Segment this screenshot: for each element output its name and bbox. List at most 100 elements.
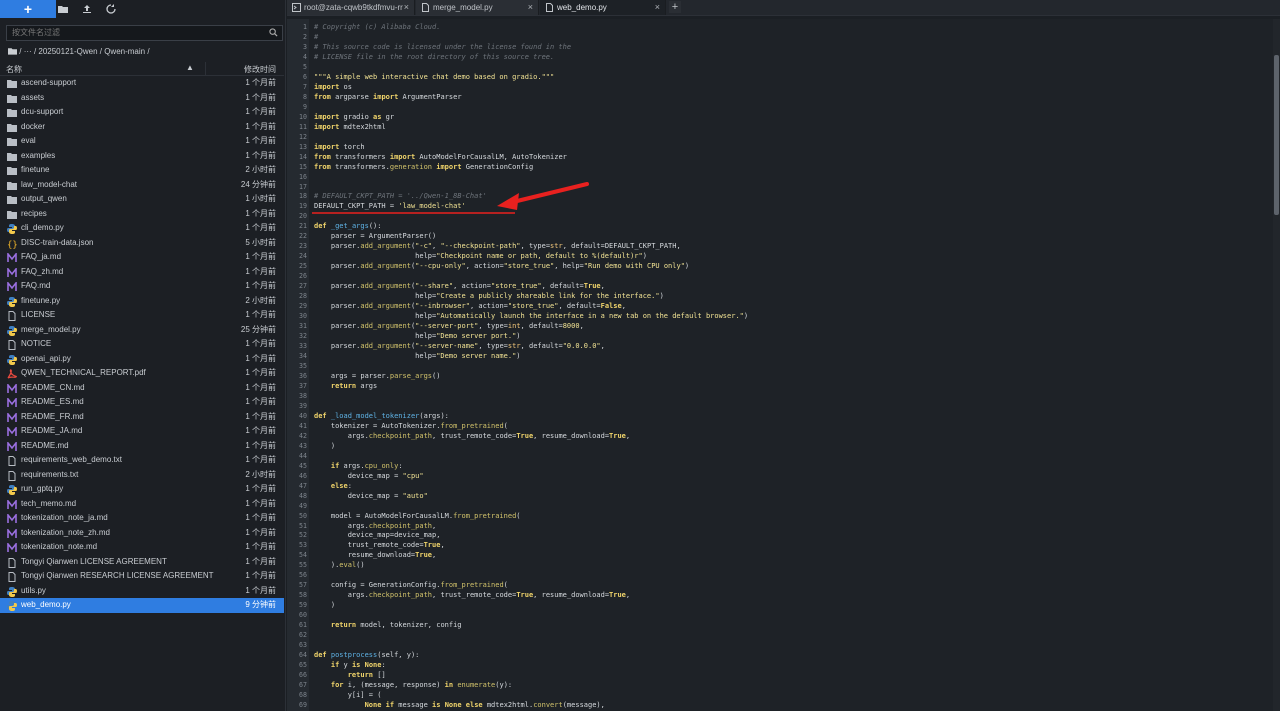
code-line[interactable]: parser.add_argument("--cpu-only", action… [314,262,689,270]
code-line[interactable]: help="Automatically launch the interface… [314,312,748,320]
file-row[interactable]: run_gptq.py 1 个月前 [0,482,284,497]
sort-arrow-icon[interactable]: ▲ [186,63,194,72]
code-line[interactable]: config = GenerationConfig.from_pretraine… [314,581,508,589]
breadcrumb-ellipsis[interactable]: ··· [24,47,32,56]
code-line[interactable]: for i, (message, response) in enumerate(… [314,681,512,689]
file-row[interactable]: Tongyi Qianwen LICENSE AGREEMENT 1 个月前 [0,555,284,570]
code-line[interactable]: args.checkpoint_path, [314,522,437,530]
file-row[interactable]: examples 1 个月前 [0,149,284,164]
file-row[interactable]: README_JA.md 1 个月前 [0,424,284,439]
code-line[interactable]: def _load_model_tokenizer(args): [314,412,449,420]
file-row[interactable]: README_CN.md 1 个月前 [0,381,284,396]
new-folder-icon[interactable] [57,3,69,15]
file-row[interactable]: tech_memo.md 1 个月前 [0,497,284,512]
code-line[interactable]: return args [314,382,377,390]
code-line[interactable]: # This source code is licensed under the… [314,43,571,51]
editor-tab[interactable]: web_demo.py × [540,0,666,15]
code-line[interactable]: model = AutoModelForCausalLM.from_pretra… [314,512,521,520]
file-row[interactable]: output_qwen 1 小时前 [0,192,284,207]
code-line[interactable]: ) [314,601,335,609]
close-icon[interactable]: × [655,0,660,15]
code-line[interactable]: parser.add_argument("--inbrowser", actio… [314,302,626,310]
code-line[interactable]: import os [314,83,352,91]
file-row[interactable]: utils.py 1 个月前 [0,584,284,599]
new-button[interactable]: + [0,0,56,18]
code-line[interactable]: if y is None: [314,661,386,669]
file-row[interactable]: QWEN_TECHNICAL_REPORT.pdf 1 个月前 [0,366,284,381]
code-line[interactable]: help="Demo server port.") [314,332,520,340]
code-line[interactable]: help="Checkpoint name or path, default t… [314,252,647,260]
column-modified-header[interactable]: 修改时间 [244,64,276,75]
column-divider[interactable] [205,62,206,75]
file-row[interactable]: LICENSE 1 个月前 [0,308,284,323]
file-row[interactable]: README.md 1 个月前 [0,439,284,454]
code-line[interactable]: import torch [314,143,365,151]
breadcrumb-root[interactable]: / [19,47,21,56]
code-line[interactable]: import gradio as gr [314,113,394,121]
code-line[interactable]: def _get_args(): [314,222,381,230]
refresh-icon[interactable] [105,3,117,15]
code-line[interactable]: help="Create a publicly shareable link f… [314,292,664,300]
code-line[interactable]: # LICENSE file in the root directory of … [314,53,554,61]
file-row[interactable]: eval 1 个月前 [0,134,284,149]
file-row[interactable]: NOTICE 1 个月前 [0,337,284,352]
file-row[interactable]: tokenization_note_zh.md 1 个月前 [0,526,284,541]
code-line[interactable]: else: [314,482,352,490]
code-line[interactable]: args.checkpoint_path, trust_remote_code=… [314,591,630,599]
scrollbar-thumb[interactable] [1274,55,1279,215]
file-row[interactable]: finetune 2 小时前 [0,163,284,178]
code-line[interactable]: parser.add_argument("--server-name", typ… [314,342,605,350]
file-row[interactable]: FAQ.md 1 个月前 [0,279,284,294]
filter-input[interactable]: 按文件名过滤 [6,25,283,41]
editor-tab[interactable]: root@zata-cqwb9tkdfmvu-rr × [287,0,415,15]
code-line[interactable]: import mdtex2html [314,123,386,131]
upload-icon[interactable] [81,3,93,15]
code-line[interactable]: DEFAULT_CKPT_PATH = 'law_model-chat' [314,202,466,210]
code-line[interactable]: # Copyright (c) Alibaba Cloud. [314,23,440,31]
editor-scrollbar[interactable] [1273,19,1280,711]
file-row[interactable]: finetune.py 2 小时前 [0,294,284,309]
file-row[interactable]: merge_model.py 25 分钟前 [0,323,284,338]
file-row[interactable]: tokenization_note.md 1 个月前 [0,540,284,555]
file-row[interactable]: law_model-chat 24 分钟前 [0,178,284,193]
code-line[interactable]: from transformers.generation import Gene… [314,163,533,171]
code-line[interactable]: y[i] = ( [314,691,382,699]
file-row[interactable]: web_demo.py 9 分钟前 [0,598,284,613]
file-row[interactable]: tokenization_note_ja.md 1 个月前 [0,511,284,526]
code-line[interactable]: # [314,33,318,41]
code-line[interactable]: from argparse import ArgumentParser [314,93,462,101]
editor-tab[interactable]: merge_model.py × [416,0,539,15]
code-line[interactable]: device_map = "auto" [314,492,428,500]
code-line[interactable]: tokenizer = AutoTokenizer.from_pretraine… [314,422,508,430]
file-row[interactable]: Tongyi Qianwen RESEARCH LICENSE AGREEMEN… [0,569,284,584]
code-line[interactable]: parser = ArgumentParser() [314,232,436,240]
close-icon[interactable]: × [528,0,533,15]
code-line[interactable]: help="Demo server name.") [314,352,520,360]
code-line[interactable]: if args.cpu_only: [314,462,403,470]
breadcrumb-path[interactable]: / 20250121-Qwen / Qwen-main / [34,47,150,56]
file-row[interactable]: ascend-support 1 个月前 [0,76,284,91]
code-line[interactable]: ).eval() [314,561,365,569]
code-line[interactable]: return [] [314,671,386,679]
code-line[interactable]: return model, tokenizer, config [314,621,462,629]
close-icon[interactable]: × [404,0,409,15]
file-row[interactable]: requirements.txt 2 小时前 [0,468,284,483]
code-line[interactable]: trust_remote_code=True, [314,541,445,549]
code-line[interactable]: None if message is None else mdtex2html.… [314,701,605,709]
file-row[interactable]: README_FR.md 1 个月前 [0,410,284,425]
code-line[interactable]: args.checkpoint_path, trust_remote_code=… [314,432,630,440]
code-line[interactable]: parser.add_argument("--share", action="s… [314,282,605,290]
code-line[interactable]: # DEFAULT_CKPT_PATH = '../Qwen-1_8B-Chat… [314,192,487,200]
code-line[interactable]: parser.add_argument("--server-port", typ… [314,322,584,330]
file-row[interactable]: {} DISC-train-data.json 5 小时前 [0,236,284,251]
file-row[interactable]: requirements_web_demo.txt 1 个月前 [0,453,284,468]
file-row[interactable]: recipes 1 个月前 [0,207,284,222]
column-name-header[interactable]: 名称 [6,64,22,75]
code-line[interactable]: device_map = "cpu" [314,472,424,480]
file-row[interactable]: docker 1 个月前 [0,120,284,135]
file-row[interactable]: README_ES.md 1 个月前 [0,395,284,410]
code-line[interactable]: """A simple web interactive chat demo ba… [314,73,554,81]
new-tab-button[interactable]: + [669,1,681,13]
code-line[interactable]: from transformers import AutoModelForCau… [314,153,567,161]
code-line[interactable]: device_map=device_map, [314,531,441,539]
